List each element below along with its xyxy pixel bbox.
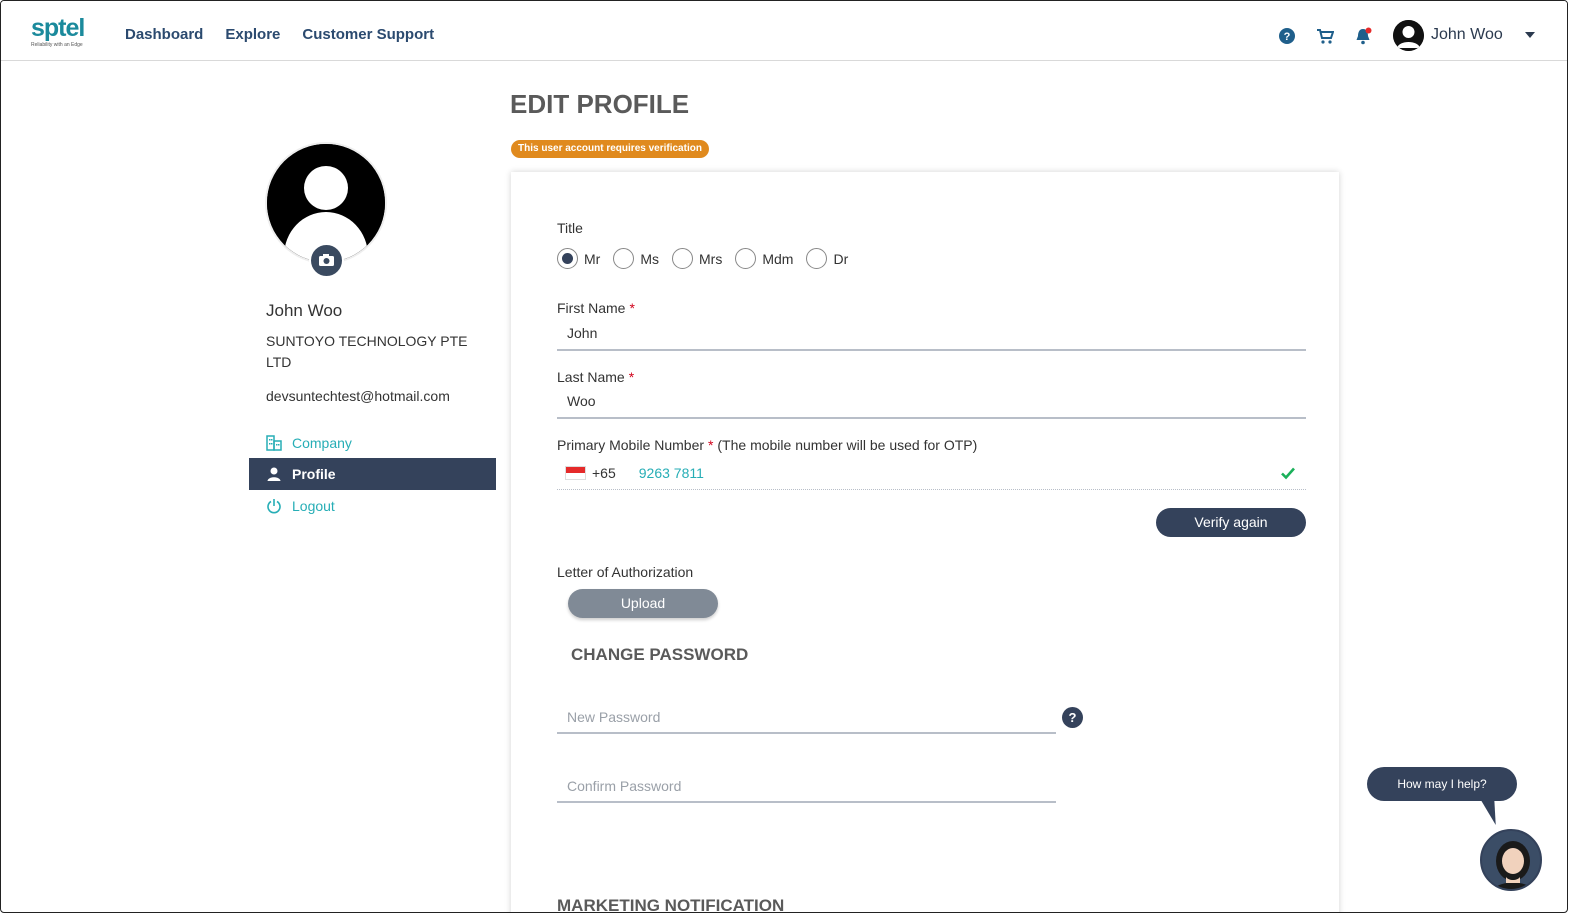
- radio-ms[interactable]: Ms: [613, 248, 659, 269]
- radio-button[interactable]: [613, 248, 635, 269]
- label-text: First Name: [557, 300, 626, 316]
- last-name-label: Last Name *: [557, 369, 634, 385]
- nav-customer-support[interactable]: Customer Support: [302, 26, 434, 43]
- user-icon: [267, 467, 281, 481]
- required-marker: *: [628, 369, 635, 385]
- change-password-title: CHANGE PASSWORD: [571, 645, 749, 664]
- nav-explore[interactable]: Explore: [225, 26, 280, 43]
- sidebar-item-logout[interactable]: Logout: [249, 490, 496, 522]
- chevron-down-icon[interactable]: [1525, 32, 1535, 38]
- main-nav: Dashboard Explore Customer Support: [125, 26, 434, 43]
- nav-dashboard[interactable]: Dashboard: [125, 26, 203, 43]
- cart-icon[interactable]: [1316, 27, 1334, 45]
- brand-logo[interactable]: sptel Reliability with an Edge: [31, 15, 91, 55]
- loa-label: Letter of Authorization: [557, 564, 694, 580]
- top-navbar: sptel Reliability with an Edge Dashboard…: [1, 1, 1567, 61]
- check-icon: [1281, 467, 1295, 480]
- power-icon: [267, 499, 281, 514]
- help-icon[interactable]: ?: [1062, 707, 1083, 728]
- title-label: Title: [557, 220, 583, 236]
- confirm-password-input[interactable]: Confirm Password: [557, 769, 1056, 803]
- radio-label: Mrs: [699, 250, 723, 267]
- first-name-field[interactable]: John: [557, 317, 1306, 351]
- singapore-flag-icon[interactable]: [565, 466, 586, 480]
- sidebar-item-profile[interactable]: Profile: [249, 458, 496, 490]
- marketing-notification-title: MARKETING NOTIFICATION: [557, 896, 785, 913]
- radio-mrs[interactable]: Mrs: [672, 248, 722, 269]
- chat-bubble[interactable]: How may I help?: [1367, 767, 1517, 801]
- avatar[interactable]: [1393, 20, 1424, 51]
- profile-email: devsuntechtest@hotmail.com: [266, 388, 450, 404]
- verify-again-button[interactable]: Verify again: [1156, 508, 1306, 537]
- label-text: Primary Mobile Number: [557, 437, 705, 453]
- mobile-field[interactable]: +65 9263 7811: [557, 457, 1306, 490]
- mobile-number-input[interactable]: 9263 7811: [639, 465, 704, 481]
- radio-label: Mdm: [762, 250, 794, 267]
- title-radio-group: Mr Ms Mrs Mdm Dr: [557, 248, 861, 269]
- radio-button[interactable]: [735, 248, 757, 269]
- mobile-label: Primary Mobile Number * (The mobile numbe…: [557, 437, 977, 453]
- logo-tagline: Reliability with an Edge: [31, 42, 83, 48]
- sidebar-item-label: Company: [292, 435, 352, 451]
- country-code[interactable]: +65: [592, 465, 616, 481]
- sidebar-item-company[interactable]: Company: [249, 427, 496, 459]
- last-name-field[interactable]: Woo: [557, 385, 1306, 419]
- required-marker: *: [629, 300, 635, 316]
- new-password-input[interactable]: New Password: [557, 700, 1056, 734]
- radio-label: Dr: [833, 250, 849, 267]
- label-text: Last Name: [557, 369, 625, 385]
- radio-mdm[interactable]: Mdm: [735, 248, 793, 269]
- chat-bubble-tail: [1480, 799, 1504, 825]
- status-badge: This user account requires verification: [511, 140, 709, 158]
- camera-icon[interactable]: [309, 243, 344, 278]
- sidebar-item-label: Profile: [292, 466, 336, 482]
- radio-button[interactable]: [672, 248, 693, 269]
- radio-label: Ms: [640, 250, 659, 267]
- radio-label: Mr: [584, 250, 601, 267]
- profile-name: John Woo: [266, 301, 343, 320]
- upload-button[interactable]: Upload: [568, 589, 718, 618]
- page-title: EDIT PROFILE: [510, 89, 690, 119]
- help-icon[interactable]: ?: [1278, 27, 1296, 45]
- required-marker: *: [708, 437, 714, 453]
- radio-dr[interactable]: Dr: [806, 248, 848, 269]
- user-menu-name[interactable]: John Woo: [1431, 26, 1503, 44]
- sidebar-item-label: Logout: [292, 498, 335, 514]
- app-window: sptel Reliability with an Edge Dashboard…: [0, 0, 1568, 913]
- radio-mr[interactable]: Mr: [557, 248, 600, 269]
- radio-button[interactable]: [806, 248, 828, 269]
- mobile-note: (The mobile number will be used for OTP): [717, 437, 978, 453]
- radio-button[interactable]: [557, 248, 578, 269]
- svg-text:?: ?: [1284, 31, 1291, 43]
- chat-agent-avatar[interactable]: [1480, 829, 1542, 891]
- first-name-label: First Name *: [557, 300, 635, 316]
- bell-icon[interactable]: [1354, 27, 1372, 45]
- profile-company: SUNTOYO TECHNOLOGY PTE LTD: [266, 333, 468, 370]
- logo-wordmark: sptel: [31, 14, 85, 42]
- building-icon: [266, 435, 282, 451]
